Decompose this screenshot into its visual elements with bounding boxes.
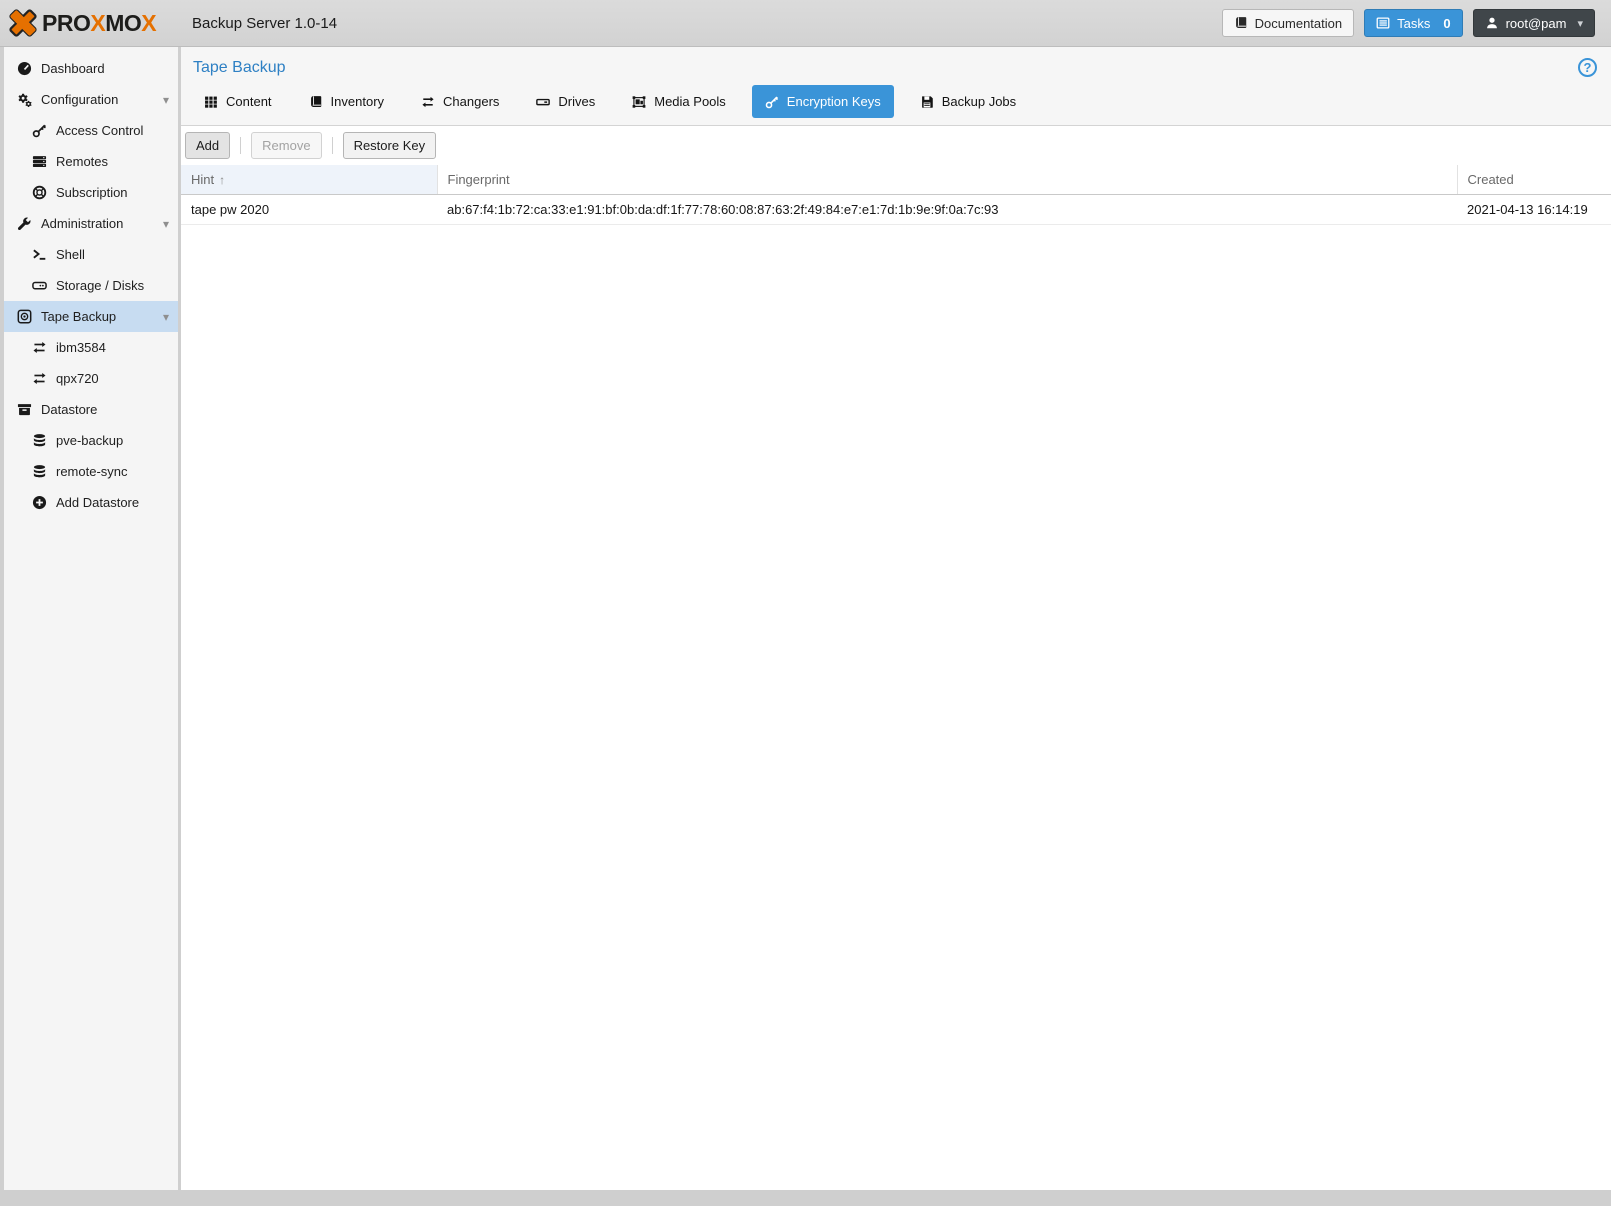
tape-icon [16,309,33,324]
book-icon [1234,16,1248,30]
th-grid-icon [204,95,218,109]
plus-circle-icon [31,495,48,510]
table-row[interactable]: tape pw 2020 ab:67:f4:1b:72:ca:33:e1:91:… [181,195,1611,225]
column-header-created[interactable]: Created [1457,165,1611,195]
tab-inventory[interactable]: Inventory [298,86,395,117]
key-icon [31,123,48,138]
user-menu-button[interactable]: root@pam ▾ [1473,9,1595,37]
wrench-icon [16,216,33,231]
sidebar-item-access-control[interactable]: Access Control [4,115,178,146]
fingerprint-cell: ab:67:f4:1b:72:ca:33:e1:91:bf:0b:da:df:1… [437,195,1457,225]
book-icon [309,95,323,109]
toolbar-separator [332,137,333,154]
proxmox-x-icon [8,8,38,38]
tab-encryption-keys[interactable]: Encryption Keys [752,85,894,118]
user-icon [1485,16,1499,30]
save-icon [920,95,934,109]
tab-bar: Content Inventory Changers Drives Media … [181,85,1611,125]
exchange-icon [421,95,435,109]
grid-toolbar: Add Remove Restore Key [181,126,1611,165]
sidebar-item-shell[interactable]: Shell [4,239,178,270]
archive-icon [16,402,33,417]
tab-media-pools[interactable]: Media Pools [621,86,737,117]
help-icon[interactable]: ? [1578,58,1597,77]
collapse-arrow-icon[interactable]: ▾ [160,310,172,324]
encryption-keys-table: Hint↑ Fingerprint Created tape pw 2020 a… [181,165,1611,225]
remove-button[interactable]: Remove [251,132,321,159]
object-group-icon [632,95,646,109]
tab-backup-jobs[interactable]: Backup Jobs [909,86,1027,117]
dashboard-icon [16,61,33,76]
tab-content[interactable]: Content [193,86,283,117]
column-header-hint[interactable]: Hint↑ [181,165,437,195]
tab-drives[interactable]: Drives [525,86,606,117]
top-bar: PROXMOX Backup Server 1.0-14 Documentati… [0,0,1611,47]
chevron-down-icon: ▾ [1577,17,1583,30]
encryption-keys-grid: Add Remove Restore Key Hint↑ Fingerprint [181,125,1611,1190]
life-ring-icon [31,185,48,200]
collapse-arrow-icon[interactable]: ▾ [160,93,172,107]
sidebar-item-tape-backup[interactable]: Tape Backup ▾ [4,301,178,332]
tasks-button[interactable]: Tasks 0 [1364,9,1462,37]
page-title: Tape Backup [193,59,286,77]
hdd-icon [31,278,48,293]
collapse-arrow-icon[interactable]: ▾ [160,217,172,231]
terminal-icon [31,247,48,262]
documentation-button[interactable]: Documentation [1222,9,1354,37]
sidebar: Dashboard Configuration ▾ Access Control… [4,47,178,1190]
hint-cell: tape pw 2020 [181,195,437,225]
tab-changers[interactable]: Changers [410,86,510,117]
proxmox-logo: PROXMOX [8,8,184,38]
sidebar-item-qpx720[interactable]: qpx720 [4,363,178,394]
sidebar-item-administration[interactable]: Administration ▾ [4,208,178,239]
proxmox-wordmark: PROXMOX [42,10,156,37]
sidebar-item-ibm3584[interactable]: ibm3584 [4,332,178,363]
sort-ascending-icon: ↑ [219,173,225,187]
main-content: Tape Backup ? Content Inventory Changers… [181,47,1611,1190]
restore-key-button[interactable]: Restore Key [343,132,437,159]
key-icon [765,95,779,109]
server-icon [31,154,48,169]
gears-icon [16,92,33,107]
tasks-count-badge: 0 [1443,16,1450,31]
sidebar-item-remotes[interactable]: Remotes [4,146,178,177]
created-cell: 2021-04-13 16:14:19 [1457,195,1611,225]
sidebar-item-configuration[interactable]: Configuration ▾ [4,84,178,115]
sidebar-item-datastore[interactable]: Datastore [4,394,178,425]
toolbar-separator [240,137,241,154]
sidebar-item-dashboard[interactable]: Dashboard [4,53,178,84]
sidebar-item-storage-disks[interactable]: Storage / Disks [4,270,178,301]
exchange-icon [31,371,48,386]
sidebar-item-pve-backup[interactable]: pve-backup [4,425,178,456]
database-icon [31,433,48,448]
sidebar-item-remote-sync[interactable]: remote-sync [4,456,178,487]
add-button[interactable]: Add [185,132,230,159]
tasks-list-icon [1376,16,1390,30]
drive-icon [536,95,550,109]
exchange-icon [31,340,48,355]
sidebar-item-subscription[interactable]: Subscription [4,177,178,208]
database-icon [31,464,48,479]
sidebar-item-add-datastore[interactable]: Add Datastore [4,487,178,518]
product-title: Backup Server 1.0-14 [192,15,337,32]
column-header-fingerprint[interactable]: Fingerprint [437,165,1457,195]
